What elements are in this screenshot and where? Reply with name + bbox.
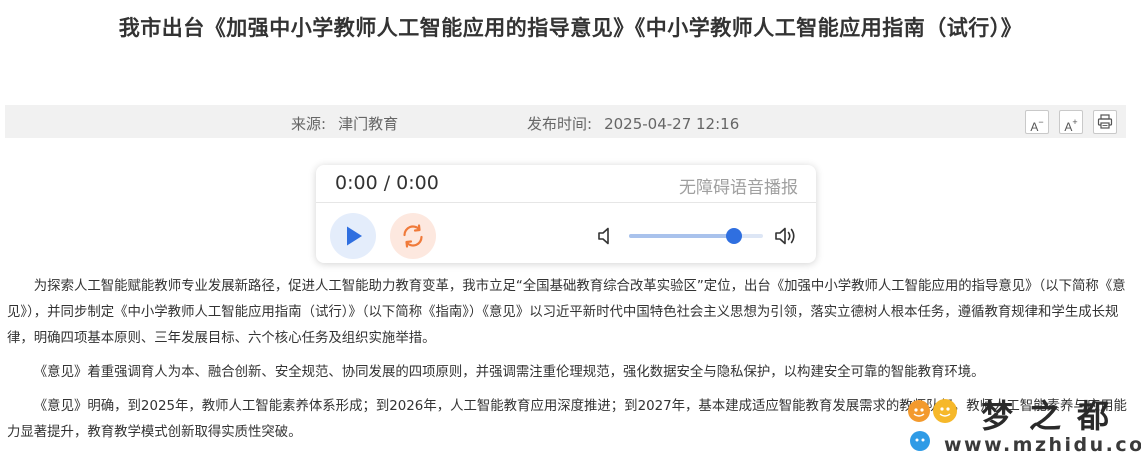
font-decrease-button[interactable]: A− [1025, 110, 1049, 134]
volume-slider-handle[interactable] [725, 228, 742, 244]
accessibility-broadcast-label: 无障碍语音播报 [679, 178, 798, 198]
printer-icon [1097, 114, 1113, 129]
source-value: 津门教育 [338, 115, 399, 133]
font-increase-mark: + [1072, 117, 1078, 127]
article-paragraph: 《意见》着重强调育人为本、融合创新、安全规范、协同发展的四项原则，并强调需注重伦… [33, 365, 985, 380]
publish-time-label: 发布时间: [527, 115, 593, 133]
volume-slider-fill [629, 234, 734, 238]
font-decrease-mark: − [1038, 117, 1044, 127]
publish-time-value: 2025-04-27 12:16 [604, 115, 740, 133]
article-paragraph: 为探索人工智能赋能教师专业发展新路径，促进人工智能助力教育变革，我市立足“全国基… [7, 279, 1126, 346]
article-source: 来源: 津门教育 [291, 113, 398, 134]
player-header: 0:00 / 0:00 无障碍语音播报 [316, 165, 816, 203]
watermark-url: www.mzhidu.com [944, 434, 1141, 456]
source-label: 来源: [291, 115, 327, 133]
site-watermark: 梦之都 www.mzhidu.com [901, 389, 1141, 462]
font-increase-button[interactable]: A+ [1059, 110, 1083, 134]
volume-high-icon [775, 227, 795, 245]
volume-low-icon [598, 227, 609, 245]
play-button[interactable] [330, 213, 376, 259]
audio-player: 0:00 / 0:00 无障碍语音播报 [316, 165, 816, 263]
article-title: 我市出台《加强中小学教师人工智能应用的指导意见》《中小学教师人工智能应用指南（试… [118, 16, 1023, 40]
loop-button[interactable] [390, 213, 436, 259]
article-meta-bar: 来源: 津门教育 发布时间: 2025-04-27 12:16 A− A+ [5, 105, 1126, 138]
volume-slider[interactable] [629, 228, 763, 244]
time-display: 0:00 / 0:00 [335, 172, 439, 194]
article-publish-time: 发布时间: 2025-04-27 12:16 [527, 113, 739, 134]
watermark-name: 梦之都 [981, 397, 1126, 435]
loop-icon [403, 224, 423, 248]
volume-low-button[interactable] [595, 225, 615, 251]
print-button[interactable] [1093, 110, 1117, 134]
volume-high-button[interactable] [773, 224, 799, 252]
play-icon [347, 226, 362, 246]
